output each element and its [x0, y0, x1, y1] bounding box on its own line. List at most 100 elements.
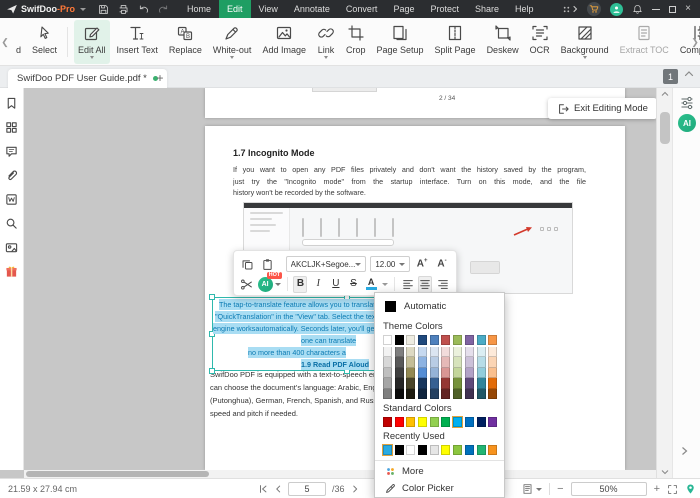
color-swatch[interactable] [453, 368, 462, 378]
color-swatch[interactable] [465, 417, 474, 427]
align-center-button[interactable] [418, 276, 432, 293]
toolbar-scroll-right[interactable]: ❯ [690, 32, 700, 52]
zoom-in-button[interactable]: + [654, 484, 660, 495]
color-swatch[interactable] [430, 335, 439, 345]
color-swatch[interactable] [430, 389, 439, 399]
color-swatch[interactable] [477, 357, 486, 367]
color-swatch[interactable] [477, 389, 486, 399]
color-swatch[interactable] [488, 389, 497, 399]
color-swatch[interactable] [406, 445, 415, 455]
color-swatch[interactable] [383, 389, 392, 399]
current-page-input[interactable] [288, 482, 326, 496]
color-swatch[interactable] [406, 357, 415, 367]
fullscreen-icon[interactable] [667, 484, 678, 495]
color-swatch[interactable] [418, 378, 427, 388]
scroll-up-icon[interactable] [661, 91, 669, 97]
font-color-button[interactable]: A [364, 276, 378, 293]
color-swatch[interactable] [441, 445, 450, 455]
color-swatch[interactable] [477, 378, 486, 388]
color-swatch[interactable] [453, 445, 462, 455]
menu-annotate[interactable]: Annotate [286, 0, 338, 18]
toolbar-item-replace[interactable]: AB Replace [165, 20, 206, 64]
color-swatch[interactable] [395, 368, 404, 378]
decrease-font-button[interactable]: A- [434, 256, 450, 273]
toolbar-item-hand-partial[interactable]: d [12, 20, 25, 64]
menu-page[interactable]: Page [385, 0, 422, 18]
color-swatch[interactable] [488, 357, 497, 367]
ai-assistant-button[interactable]: AI HOT [258, 277, 281, 292]
scroll-down-icon[interactable] [661, 469, 669, 475]
color-swatch[interactable] [418, 389, 427, 399]
toolbar-item-link[interactable]: Link [313, 20, 339, 64]
first-page-icon[interactable] [258, 484, 268, 494]
color-swatch[interactable] [441, 347, 450, 357]
color-swatch[interactable] [441, 417, 450, 427]
color-swatch[interactable] [477, 445, 486, 455]
strikethrough-button[interactable]: S [347, 276, 361, 293]
toolbar-item-page-setup[interactable]: Page Setup [372, 20, 427, 64]
color-swatch[interactable] [383, 445, 392, 455]
italic-button[interactable]: I [311, 276, 325, 293]
save-icon[interactable] [98, 4, 109, 15]
document-tab[interactable]: SwifDoo PDF User Guide.pdf * [8, 69, 167, 88]
color-swatch[interactable] [477, 368, 486, 378]
color-swatch[interactable] [465, 368, 474, 378]
increase-font-button[interactable]: A+ [414, 256, 430, 273]
color-swatch[interactable] [465, 347, 474, 357]
color-swatch[interactable] [406, 417, 415, 427]
color-swatch[interactable] [477, 417, 486, 427]
color-swatch[interactable] [441, 368, 450, 378]
menu-share[interactable]: Share [467, 0, 507, 18]
toolbar-item-white-out[interactable]: White-out [209, 20, 256, 64]
menu-edit[interactable]: Edit [219, 0, 251, 18]
color-swatch[interactable] [453, 357, 462, 367]
menu-help[interactable]: Help [507, 0, 542, 18]
horizontal-scroll-thumb[interactable] [26, 471, 209, 477]
redo-icon[interactable] [158, 4, 169, 15]
color-swatch[interactable] [383, 347, 392, 357]
color-swatch[interactable] [383, 378, 392, 388]
color-swatch[interactable] [395, 335, 404, 345]
location-pin-icon[interactable] [685, 483, 696, 495]
font-size-select[interactable]: 12.00 [370, 256, 410, 272]
vertical-scroll-thumb[interactable] [660, 112, 670, 144]
color-swatch[interactable] [488, 335, 497, 345]
close-button[interactable]: × [685, 4, 691, 14]
collapse-toolbar-button[interactable] [684, 70, 694, 77]
thumbnails-panel-button[interactable] [4, 120, 20, 134]
toolbar-item-insert-text[interactable]: Insert Text [113, 20, 162, 64]
color-swatch[interactable] [418, 357, 427, 367]
color-swatch[interactable] [441, 357, 450, 367]
color-swatch[interactable] [430, 445, 439, 455]
print-icon[interactable] [118, 4, 129, 15]
color-swatch[interactable] [418, 335, 427, 345]
color-swatch[interactable] [383, 335, 392, 345]
snapshot-button[interactable] [4, 240, 20, 254]
color-swatch[interactable] [441, 389, 450, 399]
color-swatch[interactable] [406, 335, 415, 345]
color-swatch[interactable] [453, 335, 462, 345]
search-panel-button[interactable] [4, 216, 20, 230]
bold-button[interactable]: B [293, 276, 307, 293]
color-swatch[interactable] [488, 378, 497, 388]
comments-panel-button[interactable] [4, 144, 20, 158]
color-swatch[interactable] [383, 417, 392, 427]
app-logo[interactable]: SwifDoo-Pro [0, 3, 92, 15]
copy-button[interactable] [240, 256, 256, 273]
color-swatch[interactable] [418, 347, 427, 357]
horizontal-scrollbar[interactable] [24, 470, 656, 478]
promotions-button[interactable] [4, 264, 20, 278]
ai-sidebar-button[interactable]: AI [678, 114, 696, 132]
color-swatch[interactable] [406, 389, 415, 399]
color-swatch[interactable] [477, 347, 486, 357]
font-color-dropdown-caret[interactable] [382, 283, 388, 286]
color-swatch[interactable] [465, 357, 474, 367]
color-swatch[interactable] [383, 357, 392, 367]
color-swatch[interactable] [395, 445, 404, 455]
properties-panel-button[interactable] [679, 95, 695, 111]
zoom-level-input[interactable] [571, 482, 647, 496]
menu-home[interactable]: Home [179, 0, 219, 18]
color-swatch[interactable] [453, 389, 462, 399]
color-swatch[interactable] [465, 389, 474, 399]
account-button[interactable] [610, 3, 623, 16]
